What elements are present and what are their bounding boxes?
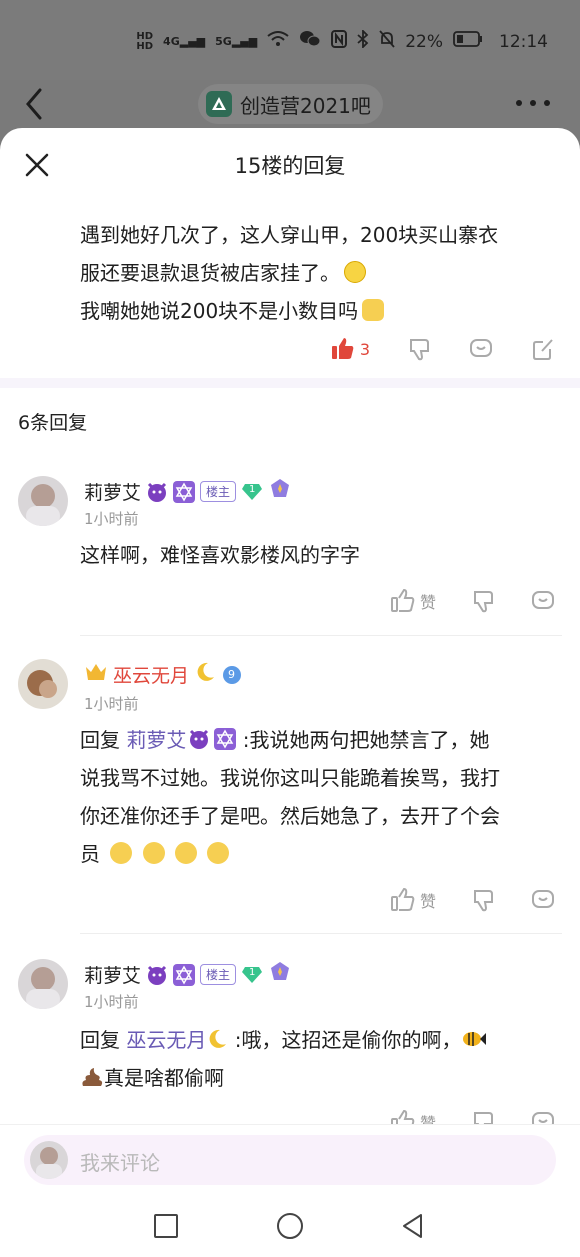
status-icons: HD HD 4G▂▄▆ 5G▂▄▆ 22% 12:14 xyxy=(136,28,548,53)
star-of-david-icon xyxy=(173,480,196,503)
level-gem-icon: 9 xyxy=(221,665,243,685)
level-gem-icon: 1 xyxy=(241,966,263,984)
forum-name: 创造营2021吧 xyxy=(240,93,371,118)
like-button[interactable]: 赞 xyxy=(390,887,436,913)
more-options-icon[interactable] xyxy=(516,100,550,106)
section-divider xyxy=(0,378,580,388)
owner-badge: 楼主 xyxy=(200,481,237,502)
edit-icon[interactable] xyxy=(530,336,556,362)
wechat-icon xyxy=(299,30,321,53)
star-of-david-icon xyxy=(214,724,237,750)
thumbs-down-icon[interactable] xyxy=(470,887,496,913)
reply-actions: 赞 xyxy=(390,887,556,913)
devil-emoji-icon xyxy=(146,481,168,503)
avatar[interactable] xyxy=(18,959,68,1009)
home-circle-icon[interactable] xyxy=(275,1211,305,1241)
forum-logo-icon xyxy=(206,91,232,117)
comment-placeholder: 我来评论 xyxy=(80,1151,160,1175)
sheet-header: 15楼的回复 xyxy=(0,128,580,202)
reply-actions: 赞 xyxy=(390,588,556,614)
comment-icon[interactable] xyxy=(530,588,556,614)
battery-icon xyxy=(453,31,483,52)
crown-badge-icon xyxy=(268,478,292,505)
username-row[interactable]: 莉萝艾 楼主 1 xyxy=(84,478,292,505)
signal-5g-icon: 5G▂▄▆ xyxy=(215,35,258,48)
forum-topbar: 创造营2021吧 xyxy=(0,80,580,130)
level-gem-icon: 1 xyxy=(241,483,263,501)
status-bar: HD HD 4G▂▄▆ 5G▂▄▆ 22% 12:14 xyxy=(0,0,580,80)
hd-indicator: HD HD xyxy=(136,30,154,52)
username-row[interactable]: 巫云无月 9 xyxy=(84,661,243,688)
shocked-emoji-icon xyxy=(142,842,165,864)
sheet-title: 15楼的回复 xyxy=(234,154,346,178)
battery-percent: 22% xyxy=(405,31,443,52)
shocked-emoji-icon xyxy=(110,842,133,864)
mention-link[interactable]: 莉萝艾 xyxy=(126,728,186,752)
post-actions: 3 xyxy=(330,336,556,362)
devil-emoji-icon xyxy=(146,964,168,986)
back-arrow-icon[interactable] xyxy=(22,86,48,122)
username: 莉萝艾 xyxy=(84,965,142,987)
signal-4g-icon: 4G▂▄▆ xyxy=(163,35,206,48)
avatar[interactable] xyxy=(18,476,68,526)
comment-icon[interactable] xyxy=(468,336,494,362)
thumbs-up-filled-icon xyxy=(331,338,354,359)
username: 巫云无月 xyxy=(113,665,190,687)
avatar[interactable] xyxy=(18,659,68,709)
forum-name-pill[interactable]: 创造营2021吧 xyxy=(198,84,383,124)
owner-badge: 楼主 xyxy=(200,964,237,985)
thumbs-down-icon[interactable] xyxy=(470,588,496,614)
devil-emoji-icon xyxy=(188,724,210,749)
like-label: 赞 xyxy=(419,892,436,911)
shocked-emoji-icon xyxy=(175,842,198,864)
like-button[interactable]: 赞 xyxy=(390,588,436,614)
poop-emoji-icon xyxy=(80,1066,104,1090)
avatar xyxy=(30,1141,68,1179)
mention-link[interactable]: 巫云无月 xyxy=(126,1028,206,1052)
divider xyxy=(80,635,562,636)
divider xyxy=(80,933,562,934)
comment-icon[interactable] xyxy=(530,887,556,913)
reply-text: 回复 莉萝艾 :我说她两句把她禁言了，她 说我骂不过她。我说你这叫只能跪着挨骂，… xyxy=(80,721,558,873)
crown-badge-icon xyxy=(268,961,292,988)
star-of-david-icon xyxy=(173,963,196,986)
shocked-emoji-icon xyxy=(207,842,230,864)
moon-emoji-icon xyxy=(206,1028,228,1052)
crown-icon xyxy=(84,661,108,688)
replies-count: 6条回复 xyxy=(18,412,88,434)
bottom-bar: 我来评论 xyxy=(0,1124,580,1257)
wifi-icon xyxy=(267,31,289,52)
recents-square-icon[interactable] xyxy=(151,1211,181,1241)
timestamp: 1小时前 xyxy=(84,993,139,1011)
reply-text: 回复 巫云无月 :哦，这招还是偷你的啊， 真是啥都偷啊 xyxy=(80,1021,558,1097)
timestamp: 1小时前 xyxy=(84,695,139,713)
thumbs-up-icon xyxy=(390,887,415,911)
like-button[interactable]: 3 xyxy=(330,336,370,362)
mute-bell-icon xyxy=(379,30,395,53)
fish-emoji-icon xyxy=(461,1028,487,1052)
smile-emoji-icon xyxy=(344,261,366,283)
back-triangle-icon[interactable] xyxy=(398,1211,428,1241)
reply-sheet: 15楼的回复 遇到她好几次了，这人穿山甲，200块买山寨衣 服还要退款退货被店家… xyxy=(0,128,580,1257)
username-row[interactable]: 莉萝艾 楼主 1 xyxy=(84,961,292,988)
reply-text: 这样啊，难怪喜欢影楼风的字字 xyxy=(80,543,360,567)
clock: 12:14 xyxy=(499,31,548,52)
thumbs-up-icon xyxy=(390,588,415,612)
username: 莉萝艾 xyxy=(84,482,142,504)
like-count: 3 xyxy=(359,339,370,359)
comment-input[interactable]: 我来评论 xyxy=(24,1135,556,1185)
post-content: 遇到她好几次了，这人穿山甲，200块买山寨衣 服还要退款退货被店家挂了。 我嘲她… xyxy=(80,223,499,323)
pray-emoji-icon xyxy=(362,299,385,321)
nfc-icon xyxy=(331,30,348,53)
moon-emoji-icon xyxy=(194,661,216,688)
like-label: 赞 xyxy=(419,593,436,612)
timestamp: 1小时前 xyxy=(84,510,139,528)
thumbs-down-icon[interactable] xyxy=(406,336,432,362)
bluetooth-icon xyxy=(357,28,369,53)
system-nav-bar xyxy=(0,1201,580,1257)
